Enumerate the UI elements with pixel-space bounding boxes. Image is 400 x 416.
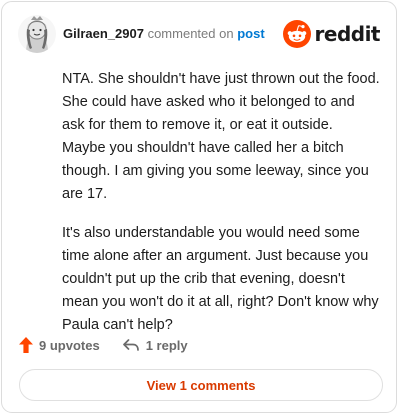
reply-count: 1 reply — [145, 337, 188, 353]
upvote-button[interactable]: 9 upvotes — [19, 337, 100, 353]
username-link[interactable]: Gilraen_2907 — [63, 26, 144, 41]
view-comments-label: View 1 comments — [146, 377, 256, 393]
comment-paragraph: It's also understandable you would need … — [62, 225, 379, 333]
action-text: commented on — [147, 26, 234, 41]
avatar[interactable] — [18, 15, 56, 53]
reddit-brand[interactable]: reddit — [282, 20, 381, 48]
reply-button[interactable]: 1 reply — [122, 338, 188, 353]
byline: Gilraen_2907 commented on post — [63, 25, 265, 43]
comment-body: NTA. She shouldn't have just thrown out … — [62, 68, 380, 353]
post-link[interactable]: post — [237, 26, 264, 41]
avatar-image — [18, 15, 56, 53]
comment-card: Gilraen_2907 commented on post reddit NT… — [1, 1, 397, 413]
reddit-logo-icon — [282, 20, 311, 48]
view-comments-button[interactable]: View 1 comments — [19, 369, 383, 401]
reply-arrow-icon — [122, 339, 139, 351]
upvote-arrow-icon — [19, 337, 33, 353]
comment-header: Gilraen_2907 commented on post reddit — [18, 15, 384, 55]
comment-paragraph: NTA. She shouldn't have just thrown out … — [62, 71, 380, 202]
reddit-wordmark: reddit — [314, 22, 381, 46]
upvote-count: 9 upvotes — [39, 337, 100, 353]
comment-actions: 9 upvotes 1 reply — [19, 334, 210, 356]
